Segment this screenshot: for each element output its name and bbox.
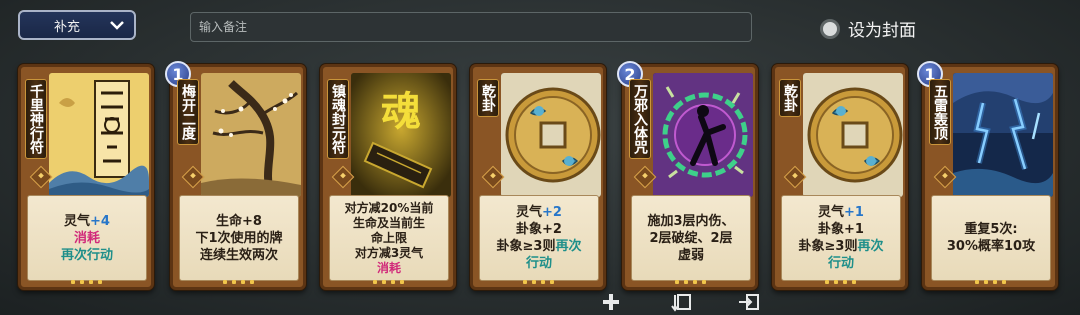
card-dots	[173, 280, 303, 284]
desc-line: 行动	[525, 256, 552, 271]
card-art-coin	[803, 73, 903, 197]
card-2[interactable]: 1 梅开二度 生命+8 下1次使用的牌 连续生效两次	[165, 61, 306, 290]
card-art-talisman	[49, 73, 149, 197]
desc-line: 消耗	[73, 230, 100, 246]
card-description: 灵气+1 卦象+1 卦象≥3则再次 行动	[781, 195, 901, 281]
desc-line: 卦象+2	[516, 222, 562, 237]
dropdown-label: 补充	[54, 19, 81, 35]
card-3[interactable]: 魂 镇魂封元符 对方减20%当前 生命及当前生 命上限 对方减3灵气 消耗	[320, 64, 456, 290]
desc-line: 卦象≥3则再次	[496, 239, 582, 254]
card-1[interactable]: 千里神行符 灵气+4 消耗 再次行动	[18, 64, 154, 290]
card-6[interactable]: 乾卦 灵气+1 卦象+1 卦象≥3则再次 行动	[772, 64, 908, 290]
desc-line: 灵气+1	[818, 205, 864, 220]
card-art-plum-blossom	[201, 73, 301, 197]
desc-line: 灵气+4	[64, 213, 110, 229]
card-name: 乾卦	[779, 79, 801, 117]
desc-line: 连续生效两次	[199, 247, 278, 263]
card-dots	[625, 280, 755, 284]
card-name: 镇魂封元符	[327, 79, 349, 159]
desc-line: 2层破绽、2层	[649, 230, 733, 246]
card-description: 生命+8 下1次使用的牌 连续生效两次	[179, 195, 299, 281]
card-swap-icon[interactable]	[668, 290, 694, 314]
card-art-thunder	[953, 73, 1053, 197]
desc-line: 行动	[827, 256, 854, 271]
card-name: 万邪入体咒	[629, 79, 651, 159]
top-bar: 补充 设为封面	[0, 0, 1080, 50]
set-cover-option[interactable]: 设为封面	[820, 16, 916, 41]
desc-line: 施加3层内伤、	[647, 213, 735, 229]
card-dots	[473, 280, 603, 284]
card-name: 千里神行符	[25, 79, 47, 159]
cover-radio[interactable]	[820, 18, 840, 39]
card-art-curse	[653, 73, 753, 197]
desc-line: 消耗	[376, 260, 401, 275]
card-description: 施加3层内伤、 2层破绽、2层 虚弱	[631, 195, 751, 281]
card-art-soul-seal: 魂	[351, 73, 451, 197]
note-input[interactable]	[191, 13, 751, 41]
desc-line: 命上限	[370, 230, 407, 245]
card-dots	[775, 280, 905, 284]
card-4[interactable]: 乾卦 灵气+2 卦象+2 卦象≥3则再次 行动	[470, 64, 606, 290]
chevron-down-icon	[108, 16, 126, 34]
desc-line: 生命及当前生	[352, 215, 425, 230]
deck-category-dropdown[interactable]: 补充	[18, 10, 136, 40]
card-dots	[323, 280, 453, 284]
desc-line: 再次行动	[60, 247, 113, 263]
svg-text:魂: 魂	[381, 88, 421, 135]
desc-line: 重复5次:	[964, 222, 1018, 237]
card-name: 乾卦	[477, 79, 499, 117]
card-name: 梅开二度	[177, 79, 199, 145]
card-7[interactable]: 1 五雷轰顶 重复5次: 30%概率10攻	[917, 61, 1058, 290]
card-art-coin	[501, 73, 601, 197]
desc-line: 生命+8	[216, 213, 262, 229]
bottom-toolbar	[0, 290, 1080, 315]
desc-line: 下1次使用的牌	[195, 230, 283, 246]
card-dots	[21, 280, 151, 284]
desc-line: 灵气+2	[516, 205, 562, 220]
card-description: 重复5次: 30%概率10攻	[931, 195, 1051, 281]
card-export-icon[interactable]	[736, 290, 762, 314]
card-dots	[925, 280, 1055, 284]
desc-line: 对方减20%当前	[344, 200, 434, 215]
card-description: 对方减20%当前 生命及当前生 命上限 对方减3灵气 消耗	[329, 195, 449, 281]
card-5[interactable]: 2 万邪入体咒 施加3层内伤、 2层破绽、2层 虚弱	[617, 61, 758, 290]
desc-line: 30%概率10攻	[946, 239, 1036, 254]
card-name: 五雷轰顶	[929, 79, 951, 145]
desc-line: 虚弱	[677, 247, 704, 263]
card-row: 千里神行符 灵气+4 消耗 再次行动 1 梅开二度 生命+8 下1次使用的牌 连…	[0, 61, 1080, 299]
plus-icon[interactable]	[598, 290, 624, 314]
desc-line: 对方减3灵气	[354, 245, 424, 260]
note-field[interactable]	[190, 12, 752, 42]
card-description: 灵气+4 消耗 再次行动	[27, 195, 147, 281]
desc-line: 卦象≥3则再次	[798, 239, 884, 254]
card-description: 灵气+2 卦象+2 卦象≥3则再次 行动	[479, 195, 599, 281]
cover-label: 设为封面	[848, 21, 916, 41]
desc-line: 卦象+1	[818, 222, 864, 237]
